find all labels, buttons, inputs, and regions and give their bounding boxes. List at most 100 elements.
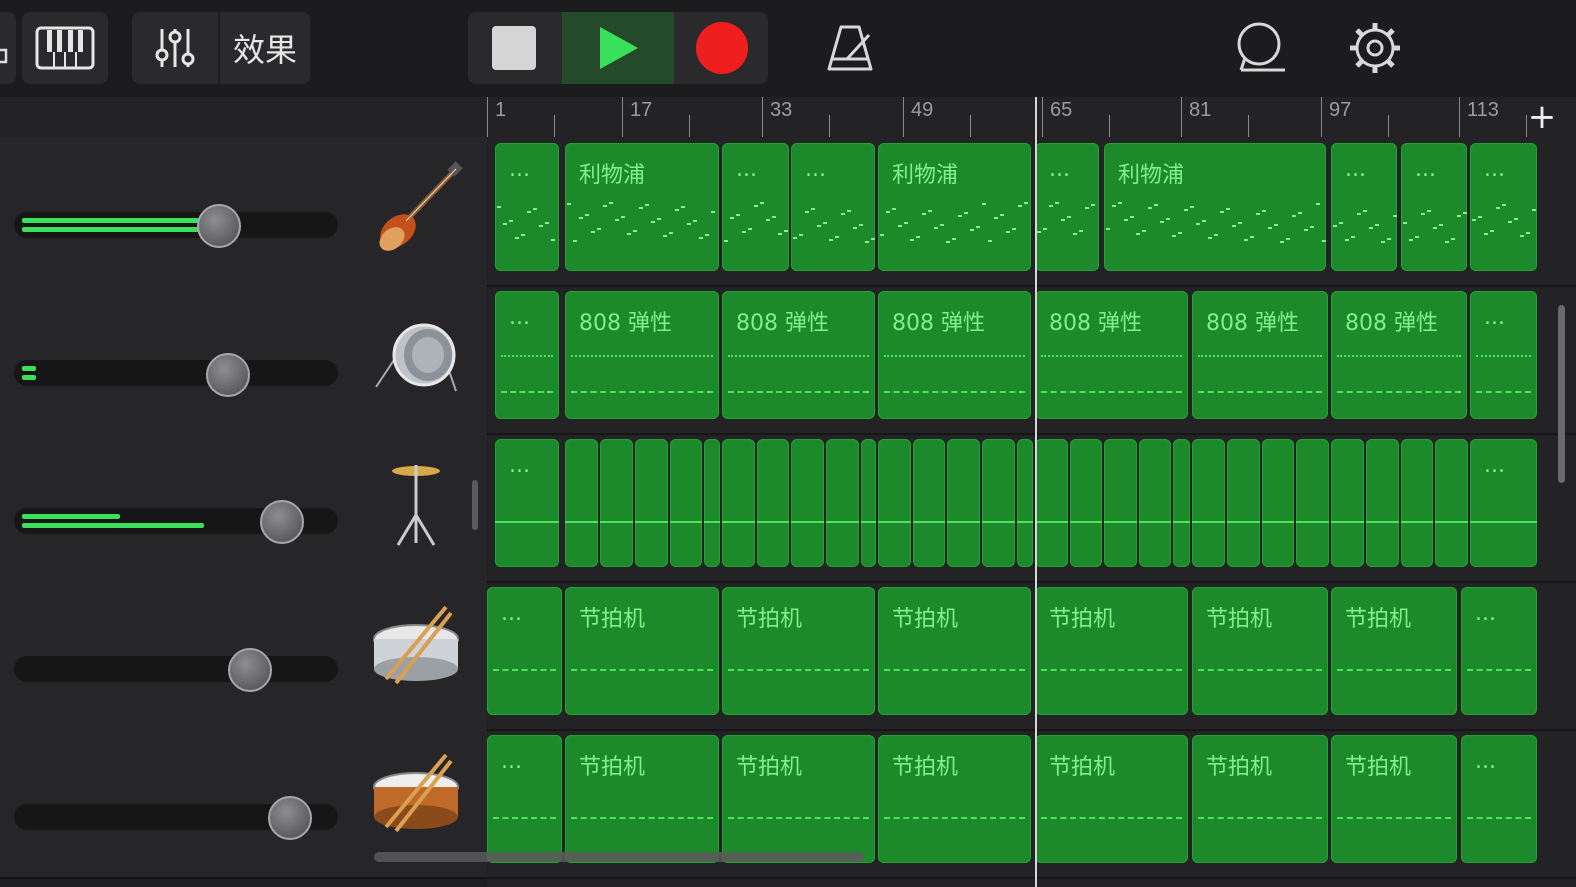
volume-slider[interactable] [14, 656, 338, 682]
region[interactable]: ... [1461, 587, 1537, 715]
region-label: ... [509, 453, 530, 478]
region[interactable]: 利物浦 [1104, 143, 1326, 271]
track-header-drums[interactable] [0, 285, 487, 435]
region[interactable]: 节拍机 [878, 587, 1031, 715]
metronome-button[interactable] [815, 12, 885, 84]
region[interactable]: 利物浦 [565, 143, 719, 271]
region[interactable]: ... [1401, 143, 1467, 271]
region[interactable] [1070, 439, 1102, 567]
track-header-snare[interactable] [0, 581, 487, 731]
fx-button[interactable]: 效果 [220, 12, 310, 84]
region[interactable] [1401, 439, 1433, 567]
record-button[interactable] [676, 12, 768, 84]
region[interactable]: ... [1470, 291, 1537, 419]
region[interactable]: 808 弹性 [878, 291, 1031, 419]
region[interactable] [600, 439, 633, 567]
region[interactable]: ... [487, 735, 562, 863]
region[interactable] [1192, 439, 1225, 567]
region[interactable]: ... [1331, 143, 1397, 271]
region[interactable]: 节拍机 [722, 587, 875, 715]
track-header-cymbal[interactable] [0, 433, 487, 583]
region[interactable]: 节拍机 [1331, 735, 1457, 863]
track-header-bass[interactable] [0, 137, 487, 287]
tracks-view-button[interactable] [0, 12, 16, 84]
region-label: 节拍机 [1345, 755, 1412, 780]
region[interactable]: 节拍机 [1035, 587, 1188, 715]
region[interactable]: 节拍机 [1192, 735, 1328, 863]
region[interactable] [1262, 439, 1294, 567]
volume-slider[interactable] [14, 212, 338, 238]
vertical-scrollbar[interactable] [1558, 305, 1565, 483]
region[interactable] [670, 439, 702, 567]
region[interactable]: 节拍机 [722, 735, 875, 863]
region[interactable] [1331, 439, 1364, 567]
loop-button[interactable] [1224, 12, 1294, 84]
region[interactable]: 节拍机 [878, 735, 1031, 863]
region[interactable]: ... [495, 291, 559, 419]
region[interactable] [1296, 439, 1329, 567]
region[interactable]: 808 弹性 [1035, 291, 1188, 419]
region[interactable] [704, 439, 720, 567]
region[interactable] [1035, 439, 1068, 567]
volume-slider[interactable] [14, 360, 338, 386]
mixer-fx-group: 效果 [132, 12, 310, 84]
midi-notes [1476, 391, 1531, 393]
region[interactable] [913, 439, 945, 567]
playhead[interactable] [1035, 97, 1037, 887]
region[interactable] [791, 439, 824, 567]
region[interactable]: 节拍机 [1192, 587, 1328, 715]
track-resize-handle[interactable] [472, 480, 478, 530]
region[interactable] [1104, 439, 1137, 567]
region[interactable]: 808 弹性 [722, 291, 875, 419]
midi-notes [1104, 521, 1137, 523]
volume-knob[interactable] [228, 648, 272, 692]
region[interactable] [1139, 439, 1171, 567]
mixer-button[interactable] [132, 12, 218, 84]
region[interactable] [1017, 439, 1033, 567]
volume-knob[interactable] [268, 796, 312, 840]
region[interactable]: 节拍机 [1035, 735, 1188, 863]
region[interactable] [826, 439, 859, 567]
region[interactable]: 808 弹性 [1192, 291, 1328, 419]
region-label: 节拍机 [579, 607, 646, 632]
region[interactable] [1435, 439, 1468, 567]
region[interactable]: ... [791, 143, 875, 271]
keyboard-button[interactable] [22, 12, 108, 84]
region[interactable]: ... [1470, 439, 1537, 567]
region[interactable]: ... [487, 587, 562, 715]
timeline-ruler[interactable]: 1 17 33 49 65 81 97 113 [487, 97, 1576, 138]
volume-knob[interactable] [260, 500, 304, 544]
region[interactable]: 节拍机 [1331, 587, 1457, 715]
midi-notes [1017, 521, 1033, 523]
region[interactable] [757, 439, 789, 567]
region[interactable]: ... [1035, 143, 1099, 271]
region[interactable] [1227, 439, 1260, 567]
region[interactable]: 节拍机 [565, 587, 719, 715]
region[interactable] [1173, 439, 1190, 567]
volume-knob[interactable] [197, 204, 241, 248]
region[interactable]: 808 弹性 [1331, 291, 1467, 419]
volume-knob[interactable] [206, 353, 250, 397]
region[interactable] [722, 439, 755, 567]
region[interactable]: 利物浦 [878, 143, 1031, 271]
region[interactable]: ... [1470, 143, 1537, 271]
region[interactable] [947, 439, 980, 567]
region[interactable]: ... [495, 439, 559, 567]
region[interactable] [1366, 439, 1399, 567]
region[interactable] [982, 439, 1015, 567]
play-button[interactable] [562, 12, 674, 84]
region[interactable] [565, 439, 598, 567]
stop-button[interactable] [468, 12, 560, 84]
region[interactable]: 808 弹性 [565, 291, 719, 419]
settings-button[interactable] [1340, 12, 1410, 84]
region[interactable]: ... [722, 143, 789, 271]
add-section-button[interactable]: + [1524, 97, 1560, 137]
region[interactable] [878, 439, 911, 567]
midi-notes [1198, 355, 1322, 357]
region[interactable] [635, 439, 668, 567]
region[interactable]: ... [495, 143, 559, 271]
region[interactable]: 节拍机 [565, 735, 719, 863]
region[interactable] [861, 439, 876, 567]
horizontal-scrollbar[interactable] [374, 852, 864, 862]
region[interactable]: ... [1461, 735, 1537, 863]
